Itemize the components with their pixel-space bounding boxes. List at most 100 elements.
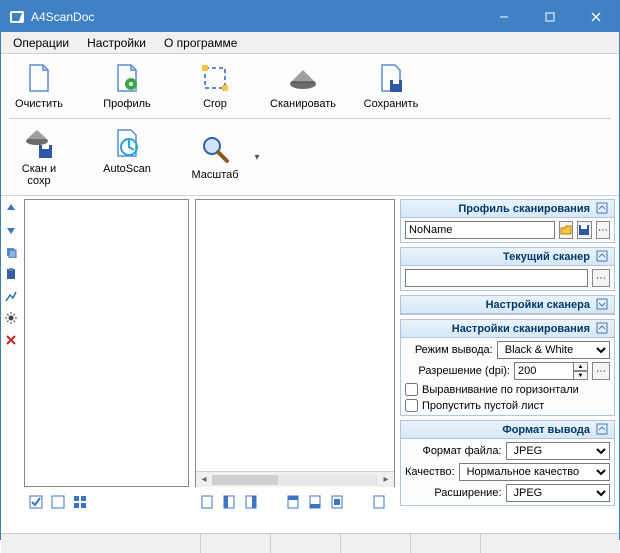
collapse-icon[interactable] — [596, 202, 610, 216]
output-mode-label: Режим вывода: — [405, 344, 493, 356]
preview-toolbar — [195, 492, 398, 512]
profile-button[interactable]: Профиль — [97, 60, 157, 112]
scanner-more-button[interactable]: ⋯ — [592, 269, 610, 287]
align-horizontal-checkbox[interactable]: Выравнивание по горизонтали — [405, 383, 610, 396]
clipboard-icon[interactable] — [3, 266, 19, 282]
group-scanner-settings: Настройки сканера — [400, 295, 615, 315]
collapse-icon[interactable] — [596, 423, 610, 437]
page-left-icon[interactable] — [221, 494, 237, 510]
scroll-thumb[interactable] — [212, 475, 278, 485]
output-mode-select[interactable]: Black & White — [497, 341, 610, 359]
brightness-icon[interactable] — [3, 310, 19, 326]
expand-icon[interactable] — [596, 298, 610, 312]
arrow-down-icon[interactable] — [3, 222, 19, 238]
profile-name-input[interactable] — [405, 221, 555, 239]
delete-icon[interactable] — [3, 332, 19, 348]
thumbnail-view-icons — [24, 492, 192, 512]
group-scan-profile: Профиль сканирования ⋯ — [400, 199, 615, 243]
scan-and-save-button[interactable]: Скан и сохр — [9, 125, 69, 189]
menu-settings[interactable]: Настройки — [79, 34, 154, 52]
thumbnail-panel[interactable] — [24, 199, 189, 487]
skip-blank-checkbox[interactable]: Пропустить пустой лист — [405, 399, 610, 412]
scanner-name-input[interactable] — [405, 269, 588, 287]
scroll-right-icon[interactable]: ▸ — [378, 474, 394, 485]
group-header-output-format[interactable]: Формат вывода — [401, 421, 614, 439]
checkbox-icon[interactable] — [28, 494, 44, 510]
zoom-button[interactable]: Масштаб — [185, 131, 245, 183]
save-profile-button[interactable] — [577, 221, 591, 239]
preview-panel[interactable]: ◂ ▸ — [195, 199, 395, 487]
file-format-select[interactable]: JPEG — [506, 442, 611, 460]
page-bottom-icon[interactable] — [307, 494, 323, 510]
menu-operations[interactable]: Операции — [5, 34, 77, 52]
page-center-icon[interactable] — [329, 494, 345, 510]
group-header-current-scanner[interactable]: Текущий сканер — [401, 248, 614, 266]
crop-icon — [199, 62, 231, 94]
page-gear-icon — [111, 62, 143, 94]
menu-bar: Операции Настройки О программе — [1, 32, 619, 54]
zoom-dropdown-caret[interactable]: ▾ — [251, 152, 263, 163]
view-single-icon[interactable] — [50, 494, 66, 510]
dpi-input[interactable] — [514, 362, 574, 380]
status-cell-4 — [341, 534, 411, 553]
crop-button[interactable]: Crop — [185, 60, 245, 112]
profile-more-button[interactable]: ⋯ — [596, 221, 610, 239]
page-top-icon[interactable] — [285, 494, 301, 510]
dpi-label: Разрешение (dpi): — [405, 365, 510, 377]
copy-icon[interactable] — [3, 244, 19, 260]
levels-icon[interactable] — [3, 288, 19, 304]
scroll-track[interactable] — [212, 475, 378, 485]
dpi-more-button[interactable]: ⋯ — [592, 362, 610, 380]
dpi-up[interactable]: ▲ — [574, 362, 588, 371]
group-header-scanner-settings[interactable]: Настройки сканера — [401, 296, 614, 314]
group-header-scan-profile[interactable]: Профиль сканирования — [401, 200, 614, 218]
autoscan-label: AutoScan — [103, 163, 151, 175]
page-blank-icon — [23, 62, 55, 94]
toolbar: Очистить Профиль Crop Сканировать Сохран… — [1, 54, 619, 196]
page-right-icon[interactable] — [243, 494, 259, 510]
file-format-label: Формат файла: — [405, 445, 502, 457]
title-bar: A4ScanDoc — [1, 1, 619, 32]
extension-label: Расширение: — [405, 487, 502, 499]
skip-blank-input[interactable] — [405, 399, 418, 412]
group-header-scan-settings[interactable]: Настройки сканирования — [401, 320, 614, 338]
save-button[interactable]: Сохранить — [361, 60, 421, 112]
page-full-icon[interactable] — [199, 494, 215, 510]
clear-label: Очистить — [15, 98, 63, 110]
arrow-up-icon[interactable] — [3, 200, 19, 216]
align-horizontal-input[interactable] — [405, 383, 418, 396]
magnifier-icon — [199, 133, 231, 165]
view-grid-icon[interactable] — [72, 494, 88, 510]
scanner-save-icon — [23, 127, 55, 159]
open-profile-button[interactable] — [559, 221, 573, 239]
main-area: ◂ ▸ Профиль сканирования — [1, 196, 619, 533]
zoom-label: Масштаб — [191, 169, 238, 181]
maximize-button[interactable] — [527, 1, 573, 32]
collapse-icon[interactable] — [596, 250, 610, 264]
clear-button[interactable]: Очистить — [9, 60, 69, 112]
status-cell-3 — [271, 534, 341, 553]
extension-select[interactable]: JPEG — [506, 484, 611, 502]
status-cell-1 — [1, 534, 201, 553]
save-label: Сохранить — [364, 98, 419, 110]
profile-label: Профиль — [103, 98, 151, 110]
dpi-down[interactable]: ▼ — [574, 371, 588, 380]
status-bar — [1, 533, 619, 553]
preview-hscrollbar[interactable]: ◂ ▸ — [196, 471, 394, 487]
menu-about[interactable]: О программе — [156, 34, 245, 52]
autoscan-button[interactable]: AutoScan — [97, 125, 157, 189]
group-current-scanner: Текущий сканер ⋯ — [400, 247, 615, 291]
scan-button[interactable]: Сканировать — [273, 60, 333, 112]
minimize-button[interactable] — [481, 1, 527, 32]
close-button[interactable] — [573, 1, 619, 32]
properties-pane: Профиль сканирования ⋯ Текущий сканер — [398, 196, 619, 533]
scroll-left-icon[interactable]: ◂ — [196, 474, 212, 485]
collapse-icon[interactable] — [596, 322, 610, 336]
scan-label: Сканировать — [270, 98, 336, 110]
side-icon-strip — [1, 196, 21, 533]
scan-and-save-label: Скан и сохр — [11, 163, 67, 187]
quality-select[interactable]: Нормальное качество — [459, 463, 610, 481]
page-outline-icon[interactable] — [371, 494, 387, 510]
dpi-spinner[interactable]: ▲▼ — [514, 362, 588, 380]
page-save-icon — [375, 62, 407, 94]
